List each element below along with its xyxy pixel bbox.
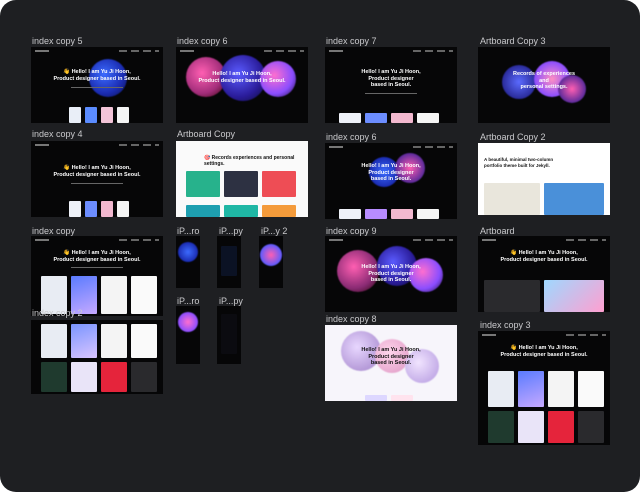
frame-label[interactable]: index copy: [32, 226, 75, 236]
project-thumbnail[interactable]: [85, 107, 97, 123]
frame-label[interactable]: index copy 2: [32, 308, 83, 318]
hero-title: 👋 Hello! I am Yu Ji Hoon, Product design…: [53, 69, 141, 82]
artboard-index-copy-4[interactable]: 👋 Hello! I am Yu Ji Hoon, Product design…: [31, 141, 163, 217]
artboard[interactable]: 👋 Hello! I am Yu Ji Hoon, Product design…: [478, 236, 610, 312]
project-thumbnail[interactable]: [41, 362, 67, 392]
hero-title: 👋 Hello! I am Yu Ji Hoon, Product design…: [53, 165, 141, 178]
artboard-iphone-copy-3[interactable]: [217, 306, 241, 364]
project-thumbnail[interactable]: [69, 107, 81, 123]
project-thumbnail[interactable]: [69, 201, 81, 217]
site-nav: [482, 239, 606, 243]
project-thumbnail[interactable]: [41, 324, 67, 358]
frame-label[interactable]: iP...ro: [177, 296, 199, 306]
hero-title: 👋 Hello! I am Yu Ji Hoon, Product design…: [53, 250, 141, 263]
project-thumbnail[interactable]: [117, 107, 129, 123]
project-thumbnail[interactable]: [101, 276, 127, 314]
site-nav: [35, 50, 159, 54]
hero-title: Hello! I am Yu Ji Hoon, Product designer…: [361, 347, 421, 366]
page-heading: A beautiful, minimal two-column portfoli…: [484, 157, 554, 168]
hero-title: Hello! I am Yu Ji Hoon, Product designer…: [361, 264, 421, 283]
frame-label[interactable]: index copy 5: [32, 36, 83, 46]
hero-title: 👋 Hello! I am Yu Ji Hoon, Product design…: [500, 250, 588, 263]
frame-label[interactable]: iP...y 2: [261, 226, 287, 236]
frame-label[interactable]: iP...py: [219, 226, 243, 236]
artboard-index-copy-6[interactable]: Hello! I am Yu Ji Hoon, Product designer…: [176, 47, 308, 123]
frame-label[interactable]: Artboard Copy 2: [480, 132, 546, 142]
design-canvas[interactable]: index copy 5 👋 Hello! I am Yu Ji Hoon, P…: [0, 0, 640, 492]
project-thumbnail[interactable]: [544, 183, 604, 215]
artboard-iphone-pro-2[interactable]: [176, 306, 200, 364]
site-nav: [482, 334, 606, 338]
site-nav: [35, 239, 159, 243]
artboard-index-copy-3[interactable]: 👋 Hello! I am Yu Ji Hoon, Product design…: [478, 331, 610, 445]
artboard-index-copy-6b[interactable]: Hello! I am Yu Ji Hoon, Product designer…: [325, 143, 457, 219]
frame-label[interactable]: index copy 4: [32, 129, 83, 139]
project-thumbnail[interactable]: [224, 205, 258, 217]
project-thumbnail[interactable]: [484, 183, 540, 215]
artboard-index-copy-9[interactable]: Hello! I am Yu Ji Hoon, Product designer…: [325, 236, 457, 312]
hero-title: Records of experiences and personal sett…: [512, 71, 576, 90]
artboard-copy-3[interactable]: Records of experiences and personal sett…: [478, 47, 610, 123]
artboard-copy-2[interactable]: A beautiful, minimal two-column portfoli…: [478, 143, 610, 215]
project-thumbnail[interactable]: [101, 107, 113, 123]
frame-label[interactable]: index copy 6: [326, 132, 377, 142]
artboard-copy[interactable]: 🎯 Records experiences and personal setti…: [176, 141, 308, 217]
artboard-iphone-pro[interactable]: [176, 236, 200, 288]
project-thumbnail[interactable]: [71, 324, 97, 358]
project-thumbnail[interactable]: [131, 362, 157, 392]
project-thumbnail[interactable]: [101, 201, 113, 217]
project-thumbnail[interactable]: [262, 171, 296, 197]
frame-label[interactable]: index copy 6: [177, 36, 228, 46]
site-nav: [180, 50, 304, 54]
artboard-index-copy-8[interactable]: Hello! I am Yu Ji Hoon, Product designer…: [325, 325, 457, 401]
artboard-iphone-copy[interactable]: [217, 236, 241, 288]
frame-label[interactable]: iP...py: [219, 296, 243, 306]
frame-label[interactable]: index copy 7: [326, 36, 377, 46]
artboard-index-copy-5[interactable]: 👋 Hello! I am Yu Ji Hoon, Product design…: [31, 47, 163, 123]
artboard-iphone-copy-2[interactable]: [259, 236, 283, 288]
frame-label[interactable]: iP...ro: [177, 226, 199, 236]
project-thumbnail[interactable]: [262, 205, 296, 217]
project-thumbnail[interactable]: [186, 171, 220, 197]
frame-label[interactable]: index copy 8: [326, 314, 377, 324]
frame-label[interactable]: Artboard Copy: [177, 129, 235, 139]
artboard-index-copy[interactable]: 👋 Hello! I am Yu Ji Hoon, Product design…: [31, 236, 163, 316]
project-thumbnail[interactable]: [186, 205, 220, 217]
hero-title: Hello! I am Yu Ji Hoon, Product designer…: [198, 71, 286, 84]
site-nav: [329, 239, 453, 243]
site-nav: [35, 144, 159, 148]
page-heading: 🎯 Records experiences and personal setti…: [204, 155, 295, 167]
site-nav: [329, 50, 453, 54]
project-thumbnail[interactable]: [131, 276, 157, 314]
project-thumbnail[interactable]: [117, 201, 129, 217]
project-thumbnail[interactable]: [71, 362, 97, 392]
frame-label[interactable]: Artboard Copy 3: [480, 36, 546, 46]
project-thumbnail[interactable]: [224, 171, 258, 197]
hero-title: Hello! I am Yu Ji Hoon, Product designer…: [361, 69, 421, 88]
hero-title: 👋 Hello! I am Yu Ji Hoon, Product design…: [500, 345, 588, 358]
hero-title: Hello! I am Yu Ji Hoon, Product designer…: [361, 163, 421, 182]
frame-label[interactable]: Artboard: [480, 226, 515, 236]
project-thumbnail[interactable]: [101, 324, 127, 358]
artboard-index-copy-7[interactable]: Hello! I am Yu Ji Hoon, Product designer…: [325, 47, 457, 123]
artboard-index-copy-2[interactable]: [31, 320, 163, 394]
site-nav: [329, 146, 453, 150]
project-thumbnail[interactable]: [484, 280, 540, 312]
project-thumbnail[interactable]: [131, 324, 157, 358]
project-thumbnail[interactable]: [544, 280, 604, 312]
frame-label[interactable]: index copy 3: [480, 320, 531, 330]
project-thumbnail[interactable]: [101, 362, 127, 392]
frame-label[interactable]: index copy 9: [326, 226, 377, 236]
project-thumbnail[interactable]: [85, 201, 97, 217]
